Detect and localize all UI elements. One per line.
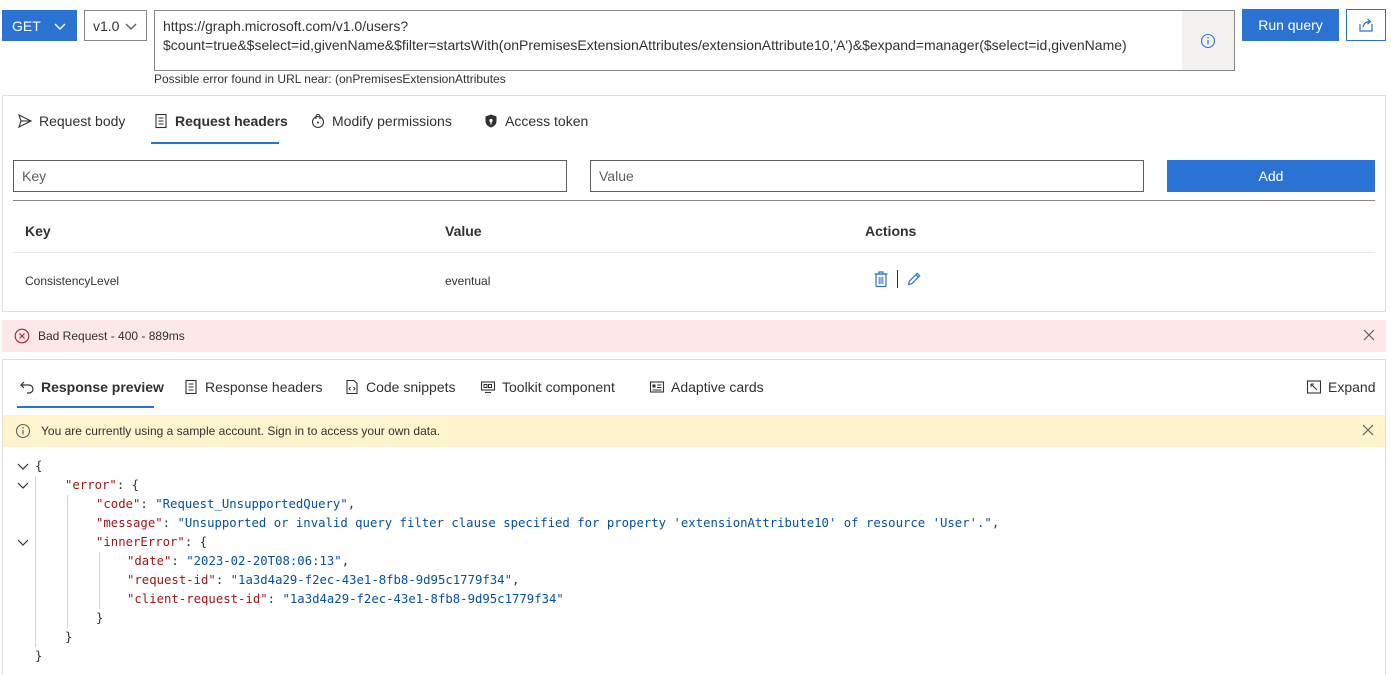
indent-guide [35, 476, 36, 647]
tab-code-snippets[interactable]: Code snippets [344, 368, 456, 406]
column-header-value: Value [445, 223, 482, 239]
card-icon [649, 381, 665, 393]
tab-response-headers[interactable]: Response headers [183, 368, 323, 406]
delete-icon[interactable] [873, 270, 889, 288]
http-method-label: GET [12, 17, 41, 34]
http-method-dropdown[interactable]: GET [2, 10, 77, 41]
send-icon [18, 113, 33, 129]
column-header-key: Key [25, 223, 51, 239]
share-button[interactable] [1346, 9, 1386, 41]
tab-response-preview[interactable]: Response preview [19, 368, 164, 406]
toolkit-icon [480, 381, 496, 394]
collapse-chevron-icon[interactable] [17, 539, 29, 547]
json-line: "date": "2023-02-20T08:06:13", [127, 554, 350, 568]
json-line: "client-request-id": "1a3d4a29-f2ec-43e1… [127, 592, 564, 606]
tab-access-token[interactable]: Access token [483, 96, 588, 146]
close-icon[interactable] [1361, 423, 1375, 437]
code-file-icon [346, 379, 358, 395]
add-header-button[interactable]: Add [1167, 160, 1375, 192]
json-line: } [65, 630, 73, 644]
status-message-bar: Bad Request - 400 - 889ms [2, 320, 1386, 352]
tab-label: Response headers [205, 379, 323, 395]
warning-text: You are currently using a sample account… [41, 424, 441, 438]
tab-label: Toolkit component [502, 379, 615, 395]
tab-label: Request body [39, 113, 126, 129]
tab-toolkit-component[interactable]: Toolkit component [480, 368, 615, 406]
tab-adaptive-cards[interactable]: Adaptive cards [649, 368, 764, 406]
error-circle-icon [14, 328, 30, 344]
lock-shield-icon [311, 113, 325, 129]
share-icon [1359, 18, 1373, 32]
header-row-value: eventual [445, 274, 491, 288]
chevron-down-icon [125, 23, 137, 30]
key-shield-icon [485, 114, 497, 128]
sample-account-warning: You are currently using a sample account… [3, 415, 1385, 447]
expand-icon [1306, 380, 1322, 394]
divider [13, 200, 1375, 201]
json-line: "error": { [65, 478, 140, 492]
json-line: } [96, 611, 104, 625]
tab-label: Modify permissions [332, 113, 452, 129]
json-line: { [35, 459, 43, 473]
url-error-hint: Possible error found in URL near: (onPre… [154, 72, 506, 86]
tab-modify-permissions[interactable]: Modify permissions [310, 96, 452, 146]
version-label: v1.0 [93, 17, 120, 34]
tab-label: Access token [505, 113, 589, 129]
tab-label: Code snippets [366, 379, 456, 395]
url-text[interactable]: https://graph.microsoft.com/v1.0/users? $… [163, 17, 1173, 55]
collapse-chevron-icon[interactable] [17, 463, 29, 471]
tab-label: Adaptive cards [671, 379, 764, 395]
edit-icon[interactable] [906, 271, 922, 287]
tab-request-body[interactable]: Request body [17, 96, 125, 146]
active-tab-indicator [17, 406, 154, 408]
divider [13, 252, 1375, 253]
url-input[interactable]: https://graph.microsoft.com/v1.0/users? $… [154, 10, 1235, 71]
json-line: "request-id": "1a3d4a29-f2ec-43e1-8fb8-9… [127, 573, 520, 587]
status-text: Bad Request - 400 - 889ms [38, 329, 185, 343]
version-dropdown[interactable]: v1.0 [84, 10, 147, 41]
header-row-key: ConsistencyLevel [25, 274, 120, 288]
close-icon[interactable] [1362, 328, 1376, 342]
response-panel: Response preview Response headers Code s… [2, 359, 1386, 675]
document-icon [155, 113, 167, 129]
tab-request-headers[interactable]: Request headers [153, 96, 288, 146]
header-value-input[interactable] [590, 160, 1144, 192]
chevron-down-icon [54, 23, 66, 30]
tab-label: Response preview [41, 379, 164, 395]
column-header-actions: Actions [865, 223, 917, 239]
request-panel: Request body Request headers Modify perm… [2, 95, 1386, 312]
undo-icon [20, 381, 34, 394]
action-separator [897, 270, 898, 288]
expand-button[interactable]: Expand [1306, 368, 1375, 406]
collapse-chevron-icon[interactable] [17, 482, 29, 490]
run-query-button[interactable]: Run query [1242, 9, 1339, 41]
info-icon [1200, 33, 1216, 48]
indent-guide [67, 495, 68, 628]
expand-label: Expand [1328, 379, 1376, 395]
indent-guide [99, 552, 100, 609]
info-icon [15, 423, 31, 439]
active-tab-indicator [151, 142, 279, 144]
tab-label: Request headers [175, 113, 288, 129]
json-line: } [35, 649, 43, 663]
header-key-input[interactable] [13, 160, 567, 192]
row-actions [873, 270, 922, 288]
document-icon [185, 379, 197, 395]
url-info-button[interactable] [1182, 11, 1234, 70]
json-line: "code": "Request_UnsupportedQuery", [96, 497, 356, 511]
json-line: "message": "Unsupported or invalid query… [96, 516, 1000, 530]
json-line: "innerError": { [96, 535, 208, 549]
